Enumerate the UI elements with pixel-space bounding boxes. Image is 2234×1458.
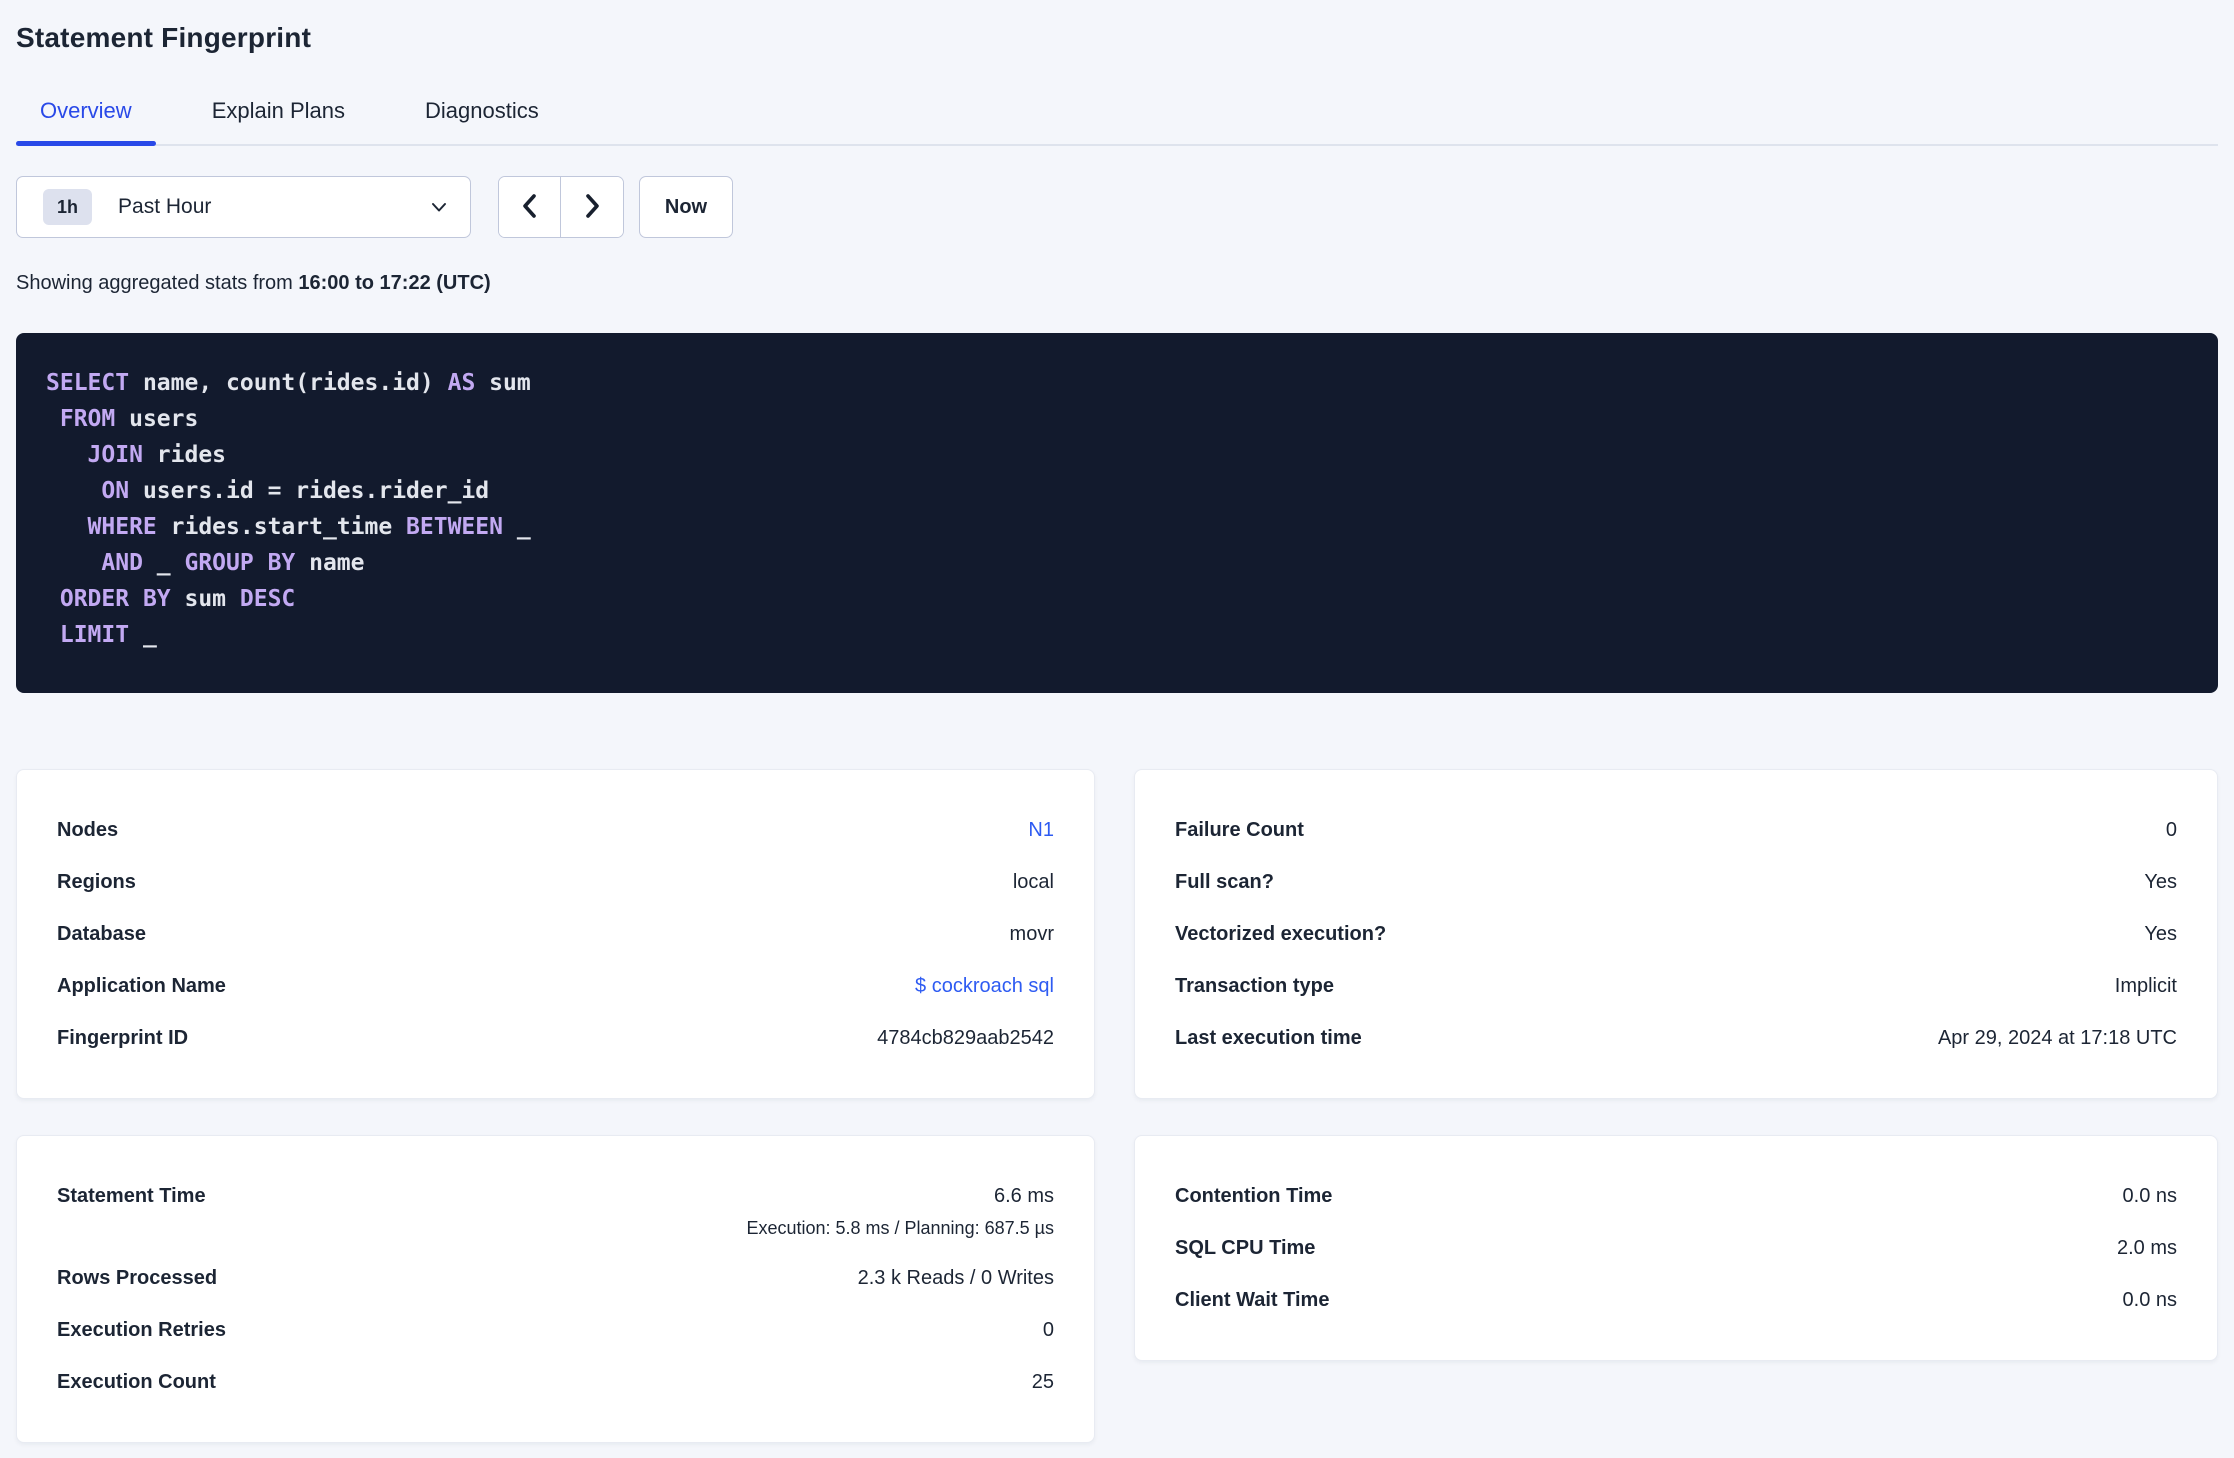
row-value: 0.0 ns	[2122, 1185, 2177, 1207]
row-value: Yes	[2144, 923, 2177, 945]
row-label: Failure Count	[1175, 819, 1304, 841]
wait-times-card: Contention Time 0.0 ns SQL CPU Time 2.0 …	[1134, 1135, 2218, 1361]
row-label: Transaction type	[1175, 975, 1334, 997]
tab-overview-label: Overview	[40, 98, 132, 123]
statement-time-breakdown: Execution: 5.8 ms / Planning: 687.5 µs	[746, 1218, 1054, 1238]
card-row-full-scan: Full scan? Yes	[1175, 856, 2177, 908]
card-row-contention-time: Contention Time 0.0 ns	[1175, 1170, 2177, 1222]
page-title: Statement Fingerprint	[16, 22, 312, 53]
statement-details-card: Nodes N1 Regions local Database movr App…	[16, 769, 1095, 1099]
row-value: 6.6 ms	[993, 1185, 1054, 1207]
statement-time-values: 6.6 ms Execution: 5.8 ms / Planning: 687…	[746, 1183, 1054, 1239]
summary-cards: Nodes N1 Regions local Database movr App…	[16, 769, 2218, 1443]
time-interval-dropdown[interactable]: 1h Past Hour	[16, 176, 471, 238]
row-value: 0	[2165, 819, 2177, 841]
interval-label: Past Hour	[118, 195, 212, 218]
card-row-client-wait-time: Client Wait Time 0.0 ns	[1175, 1274, 2177, 1326]
card-row-execution-retries: Execution Retries 0	[57, 1304, 1054, 1356]
card-row-last-execution-time: Last execution time Apr 29, 2024 at 17:1…	[1175, 1012, 2177, 1064]
stats-line-range: 16:00 to 17:22 (UTC)	[298, 272, 491, 294]
row-label: Vectorized execution?	[1175, 923, 1387, 945]
row-value: 2.0 ms	[2116, 1237, 2177, 1259]
card-row-nodes: Nodes N1	[57, 804, 1054, 856]
row-label: Last execution time	[1175, 1027, 1362, 1049]
row-label: Rows Processed	[57, 1267, 218, 1289]
row-label: Fingerprint ID	[57, 1027, 189, 1049]
card-row-rows-processed: Rows Processed 2.3 k Reads / 0 Writes	[57, 1252, 1054, 1304]
time-controls: 1h Past Hour Now	[16, 176, 2218, 238]
next-time-button[interactable]	[561, 177, 623, 237]
row-label: Contention Time	[1175, 1185, 1333, 1207]
row-label: Database	[57, 923, 146, 945]
tab-explain-plans[interactable]: Explain Plans	[188, 98, 369, 144]
row-value: Implicit	[2114, 975, 2177, 997]
row-label: Statement Time	[57, 1185, 206, 1207]
statement-fingerprint-page: Statement Fingerprint Overview Explain P…	[0, 0, 2234, 1443]
row-label: Execution Count	[57, 1371, 216, 1393]
card-row-regions: Regions local	[57, 856, 1054, 908]
chevron-right-icon	[581, 193, 603, 222]
row-value: movr	[1009, 923, 1054, 945]
nodes-link[interactable]: N1	[1028, 817, 1054, 843]
row-value: 2.3 k Reads / 0 Writes	[857, 1267, 1054, 1289]
row-value: 0.0 ns	[2122, 1289, 2177, 1311]
tab-bar: Overview Explain Plans Diagnostics	[16, 98, 2218, 146]
execution-attributes-card: Failure Count 0 Full scan? Yes Vectorize…	[1134, 769, 2218, 1099]
card-row-execution-count: Execution Count 25	[57, 1356, 1054, 1408]
sql-statement-box: SELECT name, count(rides.id) AS sum FROM…	[16, 333, 2218, 693]
tab-diagnostics-label: Diagnostics	[425, 98, 539, 123]
tab-diagnostics[interactable]: Diagnostics	[401, 98, 563, 144]
statement-times-card: Statement Time 6.6 ms Execution: 5.8 ms …	[16, 1135, 1095, 1443]
prev-time-button[interactable]	[499, 177, 561, 237]
chevron-down-icon	[430, 198, 448, 216]
row-value: local	[1012, 871, 1054, 893]
card-row-failure-count: Failure Count 0	[1175, 804, 2177, 856]
card-row-statement-time: Statement Time 6.6 ms Execution: 5.8 ms …	[57, 1170, 1054, 1252]
row-label: Regions	[57, 871, 136, 893]
row-label: Nodes	[57, 819, 119, 841]
row-value: 25	[1031, 1371, 1054, 1393]
sql-code-block: SELECT name, count(rides.id) AS sum FROM…	[46, 370, 531, 648]
row-label: Execution Retries	[57, 1319, 226, 1341]
interval-badge: 1h	[43, 189, 93, 225]
row-label: Application Name	[57, 975, 226, 997]
row-label: Full scan?	[1175, 871, 1274, 893]
row-value: Yes	[2144, 871, 2177, 893]
application-name-link[interactable]: $ cockroach sql	[915, 973, 1054, 999]
row-label: SQL CPU Time	[1175, 1237, 1316, 1259]
card-row-fingerprint-id: Fingerprint ID 4784cb829aab2542	[57, 1012, 1054, 1064]
chevron-left-icon	[519, 193, 541, 222]
aggregated-stats-line: Showing aggregated stats from 16:00 to 1…	[16, 272, 2218, 295]
row-value: 0	[1042, 1319, 1054, 1341]
row-value: 4784cb829aab2542	[877, 1027, 1054, 1049]
card-row-sql-cpu-time: SQL CPU Time 2.0 ms	[1175, 1222, 2177, 1274]
card-row-database: Database movr	[57, 908, 1054, 960]
row-value: Apr 29, 2024 at 17:18 UTC	[1937, 1027, 2177, 1049]
card-row-transaction-type: Transaction type Implicit	[1175, 960, 2177, 1012]
stats-line-prefix: Showing aggregated stats from	[16, 272, 299, 294]
card-row-vectorized-execution: Vectorized execution? Yes	[1175, 908, 2177, 960]
card-row-application-name: Application Name $ cockroach sql	[57, 960, 1054, 1012]
time-pager	[498, 176, 624, 238]
tab-explain-plans-label: Explain Plans	[211, 98, 345, 123]
now-button[interactable]: Now	[639, 176, 733, 238]
tab-overview[interactable]: Overview	[16, 98, 156, 146]
row-label: Client Wait Time	[1175, 1289, 1330, 1311]
